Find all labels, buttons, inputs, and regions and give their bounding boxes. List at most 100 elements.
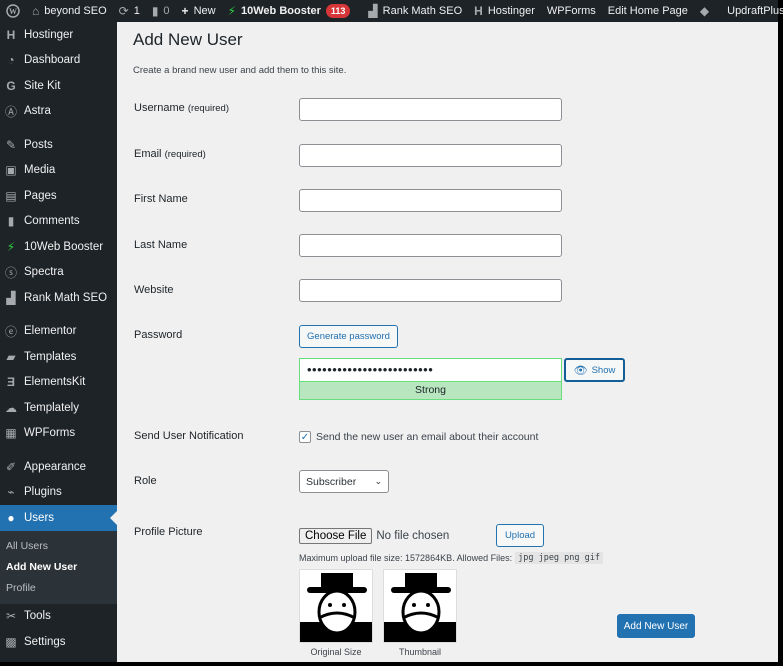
new-content-link[interactable]: + New (176, 0, 222, 22)
generate-password-button[interactable]: Generate password (299, 325, 398, 348)
booster-icon: ⚡ (6, 239, 16, 254)
password-field-wrap: ••••••••••••••••••••••••• Strong (299, 358, 562, 400)
password-label: Password (134, 329, 183, 341)
submenu-add-new-user[interactable]: Add New User (0, 557, 117, 578)
username-input[interactable] (299, 98, 562, 121)
notification-checkbox-label[interactable]: Send the new user an email about their a… (316, 431, 538, 443)
show-password-button[interactable]: 👁 Show (564, 358, 625, 382)
updates-link[interactable]: ⟳ 1 (113, 0, 146, 22)
comment-icon: ▮ (7, 214, 15, 229)
sidebar-item-label: Elementor (24, 325, 77, 338)
wpforms-link[interactable]: WPForms (541, 0, 602, 22)
menu-separator (0, 446, 117, 454)
notification-label: Send User Notification (134, 430, 244, 442)
sidebar-item-spectra[interactable]: ⓢ Spectra (0, 260, 117, 286)
edit-home-label: Edit Home Page (607, 5, 688, 17)
page-title: Add New User (133, 30, 243, 49)
allowed-files: jpg jpeg png gif (515, 552, 603, 564)
svg-text:W: W (9, 7, 17, 16)
sidebar-item-label: Tools (24, 610, 51, 623)
eye-icon: 👁 (573, 364, 588, 377)
sidebar-item-tools[interactable]: ✂ Tools (0, 604, 117, 630)
diamond-icon: ◆ (699, 4, 710, 18)
sidebar-item-label: ElementsKit (24, 376, 86, 389)
sidebar-item-comments[interactable]: ▮ Comments (0, 209, 117, 235)
updates-count: 1 (133, 5, 140, 17)
submenu-profile[interactable]: Profile (0, 578, 117, 599)
sidebar-item-label: 10Web Booster (24, 240, 104, 253)
last-name-input[interactable] (299, 234, 562, 257)
media-icon: ▣ (5, 163, 17, 178)
updraft-link[interactable]: UpdraftPlus (721, 0, 783, 22)
site-name-link[interactable]: ⌂ beyond SEO (26, 0, 113, 22)
admin-bar: W ⌂ beyond SEO ⟳ 1 ▮ 0 + New ⚡ 10Web Boo… (0, 0, 783, 22)
comments-count: 0 (163, 5, 170, 17)
upload-button[interactable]: Upload (496, 524, 544, 547)
comment-icon: ▮ (151, 4, 159, 18)
sidebar-item-plugins[interactable]: ⌁ Plugins (0, 480, 117, 506)
sidebar-item-users[interactable]: ● Users (0, 505, 117, 531)
add-new-user-button[interactable]: Add New User (617, 614, 695, 638)
rankmath-link[interactable]: ▟ Rank Math SEO (362, 0, 468, 22)
email-input[interactable] (299, 144, 562, 167)
sidebar-item-hostinger[interactable]: H Hostinger (0, 22, 117, 48)
menu-separator (0, 124, 117, 132)
pin-icon: ✎ (5, 137, 17, 152)
updates-icon: ⟳ (118, 4, 129, 18)
avatar-hat-man-icon (300, 573, 372, 642)
first-name-input[interactable] (299, 189, 562, 212)
upload-note-text: Maximum upload file size: 1572864KB. All… (299, 553, 513, 563)
username-label: Username (required) (134, 102, 229, 114)
settings-icon: ▩ (5, 634, 17, 649)
sidebar-item-label: Dashboard (24, 54, 81, 67)
no-file-text: No file chosen (376, 530, 450, 542)
website-input[interactable] (299, 279, 562, 302)
checkmark-icon: ✓ (300, 431, 310, 443)
comments-link[interactable]: ▮ 0 (146, 0, 176, 22)
sidebar-item-10web-booster[interactable]: ⚡ 10Web Booster (0, 234, 117, 260)
sidebar-item-templately[interactable]: ☁ Templately (0, 395, 117, 421)
role-label: Role (134, 475, 157, 487)
page-description: Create a brand new user and add them to … (133, 65, 347, 76)
sidebar-item-wpforms[interactable]: ▦ WPForms (0, 421, 117, 447)
rankmath-icon: ▟ (6, 290, 16, 305)
menu-separator (0, 311, 117, 319)
sidebar-item-label: WPForms (24, 427, 76, 440)
booster-badge: 113 (325, 4, 351, 18)
edit-home-link[interactable]: Edit Home Page (602, 0, 694, 22)
sidebar-item-pages[interactable]: ▤ Pages (0, 183, 117, 209)
site-name: beyond SEO (44, 5, 107, 17)
hostinger-label: Hostinger (487, 5, 535, 17)
sidebar-item-dashboard[interactable]: ◔ Dashboard (0, 48, 117, 74)
diamond-plugin-link[interactable]: ◆ (694, 0, 715, 22)
sidebar-item-label: Posts (24, 138, 53, 151)
password-strength-meter: Strong (299, 381, 562, 400)
sidebar-item-astra[interactable]: Ⓐ Astra (0, 99, 117, 125)
sidebar-item-label: Pages (24, 189, 57, 202)
required-note: (required) (164, 149, 206, 160)
sidebar-item-label: Users (24, 511, 55, 524)
submenu-all-users[interactable]: All Users (0, 536, 117, 557)
spectra-icon: ⓢ (4, 265, 17, 280)
elementskit-icon: Ǝ (6, 375, 15, 390)
sidebar-item-appearance[interactable]: ✐ Appearance (0, 454, 117, 480)
password-input[interactable]: ••••••••••••••••••••••••• (299, 358, 562, 381)
hostinger-link[interactable]: H Hostinger (468, 0, 541, 22)
sidebar-item-site-kit[interactable]: G Site Kit (0, 73, 117, 99)
sidebar-item-media[interactable]: ▣ Media (0, 158, 117, 184)
notification-checkbox[interactable]: ✓ (299, 431, 311, 443)
sidebar-item-templates[interactable]: ▰ Templates (0, 344, 117, 370)
sidebar-item-label: Spectra (24, 266, 64, 279)
sidebar-item-posts[interactable]: ✎ Posts (0, 132, 117, 158)
choose-file-button[interactable]: Choose File (299, 528, 373, 544)
role-select[interactable]: Subscriber ⌄ (299, 470, 389, 493)
booster-label: 10Web Booster (241, 5, 321, 17)
sidebar-item-settings[interactable]: ▩ Settings (0, 629, 117, 655)
sidebar-item-elementskit[interactable]: Ǝ ElementsKit (0, 370, 117, 396)
brush-icon: ✐ (5, 459, 17, 474)
sidebar-item-elementor[interactable]: ⓔ Elementor (0, 319, 117, 345)
booster-link[interactable]: ⚡ 10Web Booster 113 (222, 0, 357, 22)
sidebar-item-rank-math[interactable]: ▟ Rank Math SEO (0, 285, 117, 311)
wordpress-logo-button[interactable]: W (0, 0, 26, 22)
sidebar-item-label: Comments (24, 215, 80, 228)
